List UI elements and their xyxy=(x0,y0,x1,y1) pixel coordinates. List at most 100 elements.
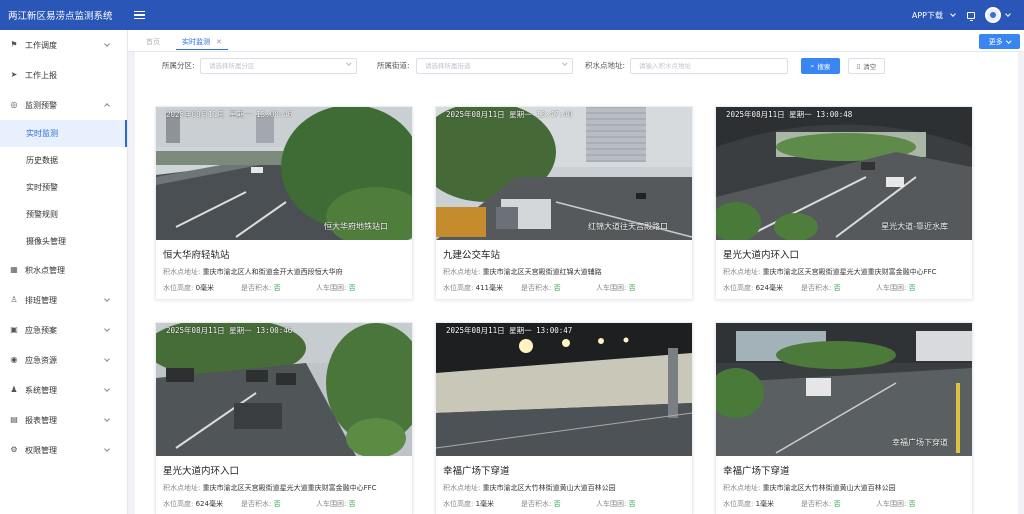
sidebar-item-label: 权限管理 xyxy=(25,445,57,455)
close-icon[interactable]: ✕ xyxy=(216,38,222,46)
flood-status-label: 是否积水: xyxy=(241,500,272,508)
camera-feed[interactable]: 2025年08月11日 星期一 13:47:40 红锦大道往天宫殿路口 xyxy=(436,107,692,240)
point-address-label: 积水点地址: xyxy=(585,61,626,70)
trapped-status: 人车围困: 否 xyxy=(596,499,636,509)
user-icon: ♙ xyxy=(10,295,18,304)
reset-button[interactable]: ▯ 清空 xyxy=(848,58,885,74)
more-button[interactable]: 更多 xyxy=(979,34,1020,49)
search-icon: ⌕ xyxy=(810,61,815,70)
card-title: 幸福广场下穿道 xyxy=(443,466,510,477)
menu-toggle-icon[interactable] xyxy=(134,11,145,19)
feed-timestamp: 2025年08月11日 星期一 13:00:48 xyxy=(726,110,853,119)
water-level-label: 水位高度: xyxy=(163,284,194,292)
flood-status: 是否积水: 否 xyxy=(801,499,841,509)
sidebar-item-2[interactable]: ◎ 监测预警 xyxy=(0,90,127,120)
feed-caption: 红锦大道往天宫殿路口 xyxy=(588,222,668,231)
card-address: 积水点地址: 重庆市渝北区大竹林街道黄山大道百林公园 xyxy=(443,483,616,493)
street-select[interactable]: 请选择所属街道 xyxy=(416,58,573,74)
trapped-status-value: 否 xyxy=(348,500,356,508)
camera-feed[interactable]: 幸福广场下穿道 xyxy=(716,323,972,456)
camera-feed[interactable]: 2025年08月11日 星期一 13:00:47 xyxy=(436,323,692,456)
card-address: 积水点地址: 重庆市渝北区天宫殿街道红锦大道辅路 xyxy=(443,267,602,277)
camera-feed[interactable]: 2025年08月11日 星期一 13:00:46 xyxy=(156,323,412,456)
trapped-status-value: 否 xyxy=(628,500,636,508)
camera-card[interactable]: 2025年08月11日 星期一 13:00:46 恒大华府地铁站口 恒大华府轻轨… xyxy=(155,106,413,300)
flood-status-value: 否 xyxy=(833,284,841,292)
flood-status-value: 否 xyxy=(273,500,281,508)
app-download-button[interactable]: APP下载 xyxy=(912,10,956,21)
tab-realtime-monitor[interactable]: 实时监测 ✕ xyxy=(176,34,228,50)
address-value: 重庆市渝北区天宫殿街道星光大道重庆财富金融中心FFC xyxy=(762,268,937,276)
sidebar-item-7[interactable]: ♟ 系统管理 xyxy=(0,375,127,405)
sidebar-item-5[interactable]: ▣ 应急预案 xyxy=(0,315,127,345)
sidebar-subitem-1[interactable]: 历史数据 xyxy=(0,147,127,174)
sidebar-item-9[interactable]: ⚙ 权限管理 xyxy=(0,435,127,465)
trapped-status-label: 人车围困: xyxy=(876,284,907,292)
sidebar-item-4[interactable]: ♙ 排班管理 xyxy=(0,285,127,315)
trapped-status: 人车围困: 否 xyxy=(876,283,916,293)
sidebar-item-0[interactable]: ⚑ 工作调度 xyxy=(0,30,127,60)
address-label: 积水点地址: xyxy=(163,268,201,276)
chevron-down-icon xyxy=(561,60,567,66)
camera-card[interactable]: 2025年08月11日 星期一 13:00:46 星光大道内环入口 积水点地址:… xyxy=(155,322,413,514)
flood-status-value: 否 xyxy=(553,500,561,508)
camera-card[interactable]: 2025年08月11日 星期一 13:47:40 红锦大道往天宫殿路口 九建公交… xyxy=(435,106,693,300)
sidebar-item-8[interactable]: ▤ 报表管理 xyxy=(0,405,127,435)
camera-card[interactable]: 2025年08月11日 星期一 13:00:47 幸福广场下穿道 积水点地址: … xyxy=(435,322,693,514)
feed-timestamp: 2025年08月11日 星期一 13:47:40 xyxy=(446,110,573,119)
address-label: 积水点地址: xyxy=(723,268,761,276)
trapped-status-value: 否 xyxy=(348,284,356,292)
water-level: 水位高度: 411毫米 xyxy=(443,283,503,293)
sidebar-item-label: 工作调度 xyxy=(25,40,57,50)
camera-feed[interactable]: 2025年08月11日 星期一 13:00:48 星光大道-靠近水库 xyxy=(716,107,972,240)
flood-status-label: 是否积水: xyxy=(521,500,552,508)
send-icon: ➤ xyxy=(10,70,18,79)
resource-icon: ◉ xyxy=(10,355,18,364)
water-level: 水位高度: 624毫米 xyxy=(163,499,223,509)
flood-status-value: 否 xyxy=(553,284,561,292)
trapped-status: 人车围困: 否 xyxy=(316,499,356,509)
tab-home[interactable]: 首页 xyxy=(146,34,160,50)
camera-feed[interactable]: 2025年08月11日 星期一 13:00:46 恒大华府地铁站口 xyxy=(156,107,412,240)
monitor-icon[interactable] xyxy=(967,11,975,21)
apps-icon: ▣ xyxy=(10,325,18,334)
district-select[interactable]: 请选择所属分区 xyxy=(200,58,357,74)
sidebar-subitem-3[interactable]: 预警规则 xyxy=(0,201,127,228)
water-level-value: 0毫米 xyxy=(195,284,215,292)
search-button[interactable]: ⌕ 搜索 xyxy=(801,58,840,74)
sidebar-item-label: 报表管理 xyxy=(25,415,57,425)
sidebar-subitem-4[interactable]: 摄像头管理 xyxy=(0,228,127,255)
water-level-value: 624毫米 xyxy=(195,500,223,508)
chevron-down-icon xyxy=(104,386,110,392)
street-placeholder: 请选择所属街道 xyxy=(425,62,471,70)
card-address: 积水点地址: 重庆市渝北区天宫殿街道星光大道重庆财富金融中心FFC xyxy=(163,483,377,493)
trapped-status-value: 否 xyxy=(908,284,916,292)
feed-caption: 恒大华府地铁站口 xyxy=(324,222,388,231)
camera-card[interactable]: 2025年08月11日 星期一 13:00:48 星光大道-靠近水库 星光大道内… xyxy=(715,106,973,300)
chevron-up-icon xyxy=(104,103,110,109)
camera-card[interactable]: 幸福广场下穿道 幸福广场下穿道 积水点地址: 重庆市渝北区大竹林街道黄山大道百林… xyxy=(715,322,973,514)
address-value: 重庆市渝北区大竹林街道黄山大道百林公园 xyxy=(762,484,896,492)
sidebar-item-6[interactable]: ◉ 应急资源 xyxy=(0,345,127,375)
trapped-status: 人车围困: 否 xyxy=(876,499,916,509)
water-level-label: 水位高度: xyxy=(723,284,754,292)
flood-status: 是否积水: 否 xyxy=(241,499,281,509)
point-address-input[interactable]: 请输入积水点地址 xyxy=(630,58,788,74)
sidebar-item-1[interactable]: ➤ 工作上报 xyxy=(0,60,127,90)
sidebar-item-label: 监测预警 xyxy=(25,100,57,110)
water-level: 水位高度: 1毫米 xyxy=(723,499,774,509)
sidebar-subitem-2[interactable]: 实时预警 xyxy=(0,174,127,201)
trapped-status: 人车围困: 否 xyxy=(596,283,636,293)
flood-status-value: 否 xyxy=(833,500,841,508)
chevron-down-icon[interactable] xyxy=(1005,11,1011,17)
water-level: 水位高度: 0毫米 xyxy=(163,283,214,293)
sidebar-subitem-0[interactable]: 实时监测 xyxy=(0,120,127,147)
chevron-down-icon xyxy=(104,356,110,362)
avatar[interactable] xyxy=(985,7,1001,23)
address-label: 积水点地址: xyxy=(443,484,481,492)
chevron-down-icon xyxy=(104,416,110,422)
water-level: 水位高度: 624毫米 xyxy=(723,283,783,293)
flood-status: 是否积水: 否 xyxy=(801,283,841,293)
sidebar: ⚑ 工作调度 ➤ 工作上报 ◎ 监测预警 实时监测 历史数据 实时预警 预警规则 摄像头… xyxy=(0,30,128,514)
sidebar-item-3[interactable]: ▦ 积水点管理 xyxy=(0,255,127,285)
